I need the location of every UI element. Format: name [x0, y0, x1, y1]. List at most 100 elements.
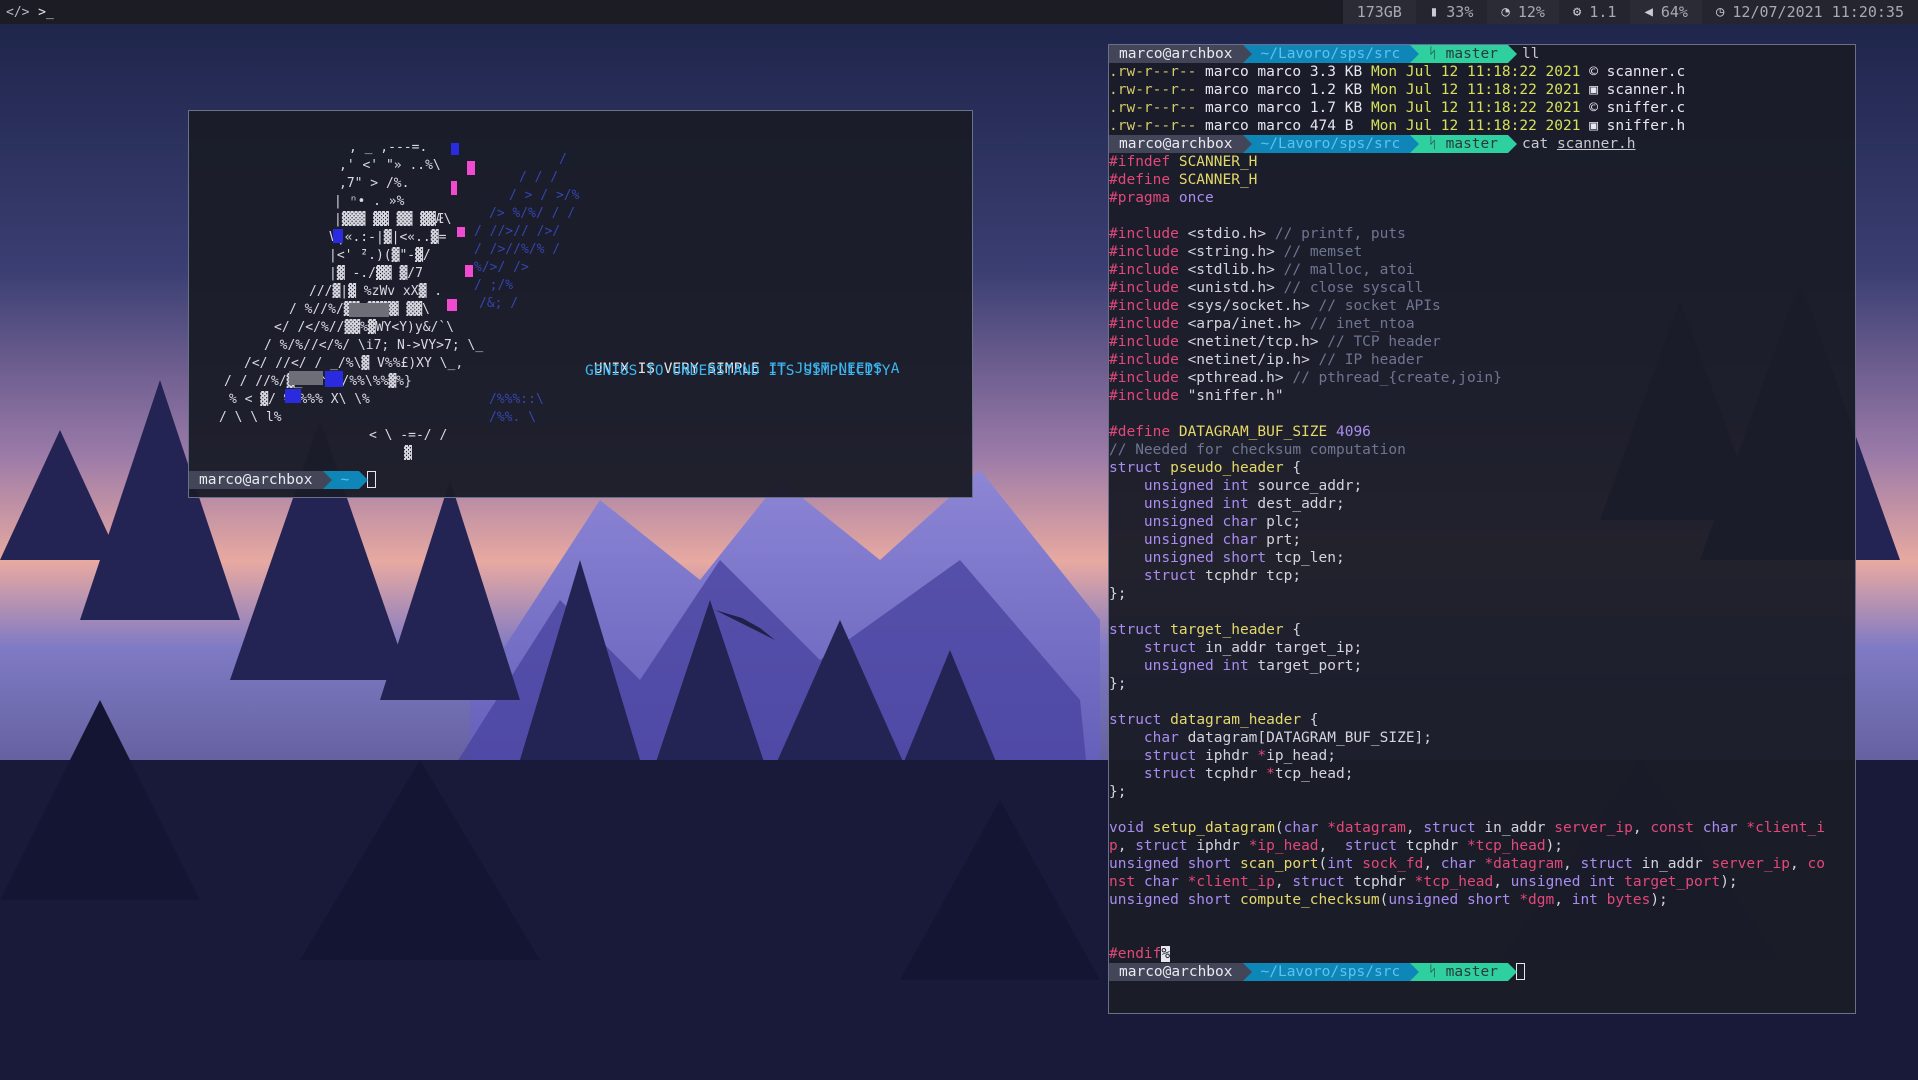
- preproc-include: #include: [1109, 226, 1179, 242]
- terminal-cursor[interactable]: [1516, 963, 1525, 980]
- svg-text:/ \ \ l%: / \ \ l%: [219, 410, 282, 425]
- include-line: #include <stdio.h> // printf, puts: [1109, 225, 1855, 243]
- svg-text:/> %/%/ / /: /> %/%/ / /: [489, 206, 575, 221]
- svg-text:, _ ,---=.: , _ ,---=.: [349, 140, 427, 155]
- svg-text:| ⁿ• . »%: | ⁿ• . »%: [334, 194, 405, 209]
- svg-text:%/>/ />: %/>/ />: [474, 260, 529, 275]
- quote-line-2: GENIUS TO UNDERSTAND ITS SIMPLICITY: [585, 363, 891, 379]
- include-line: #include <netinet/tcp.h> // TCP header: [1109, 333, 1855, 351]
- preproc-include: #include: [1109, 262, 1179, 278]
- file-date: Mon Jul 12 11:18:22 2021: [1370, 100, 1581, 116]
- svg-text:▓: ▓: [404, 445, 412, 461]
- include-header: <arpa/inet.h>: [1187, 316, 1302, 332]
- workspace-code-icon[interactable]: </>: [6, 5, 29, 20]
- include-header: <pthread.h>: [1187, 370, 1284, 386]
- include-header: <stdio.h>: [1187, 226, 1267, 242]
- preproc-include: #include: [1109, 334, 1179, 350]
- cpu-status: ◔ 12%: [1487, 0, 1559, 24]
- prompt-user: marco@archbox: [1109, 963, 1251, 981]
- code-line: p, struct iphdr *ip_head, struct tcphdr …: [1109, 838, 1564, 854]
- code-line: nst char *client_ip, struct tcphdr *tcp_…: [1109, 874, 1738, 890]
- svg-text:</ /</%//▓▓%▓WY<Y)y&/`\: </ /</%//▓▓%▓WY<Y)y&/`\: [274, 319, 454, 335]
- include-comment: // inet_ntoa: [1309, 316, 1415, 332]
- file-size: 1.7 KB: [1309, 100, 1363, 116]
- svg-text:|▓ -./▓▓ ▓/7: |▓ -./▓▓ ▓/7: [329, 265, 423, 281]
- workspace-terminal-icon[interactable]: >_: [36, 5, 56, 20]
- svg-text:|▓▓▓ ▓▓ ▓▓ ▓▓Æ\: |▓▓▓ ▓▓ ▓▓ ▓▓Æ\: [334, 211, 451, 227]
- cpu-gauge-icon: ◔: [1501, 4, 1510, 20]
- include-block: #include <stdio.h> // printf, puts #inclu…: [1109, 225, 1855, 405]
- terminal-cursor[interactable]: [367, 471, 377, 488]
- preproc-include: #include: [1109, 370, 1179, 386]
- svg-text:/%%%::\: /%%%::\: [489, 392, 544, 407]
- file-row: .rw-r--r-- marco marco 1.2 KB Mon Jul 12…: [1109, 81, 1855, 99]
- include-comment: // IP header: [1318, 352, 1424, 368]
- left-shell-prompt: marco@archbox ~: [189, 471, 377, 489]
- prompt-dir: ~/Lavoro/sps/src: [1242, 45, 1419, 63]
- file-name[interactable]: sniffer.h: [1607, 118, 1686, 134]
- volume-status[interactable]: ◀ 64%: [1630, 0, 1702, 24]
- clock-status: ◷ 12/07/2021 11:20:35: [1701, 0, 1918, 24]
- code-line: struct iphdr *ip_head;: [1143, 748, 1336, 764]
- prompt-git-branch: ᛋ master: [1410, 963, 1517, 981]
- file-permissions: .rw-r--r--: [1109, 64, 1197, 80]
- svg-text:,' <' "» ..%\: ,' <' "» ..%\: [339, 158, 441, 173]
- shell-prompt-3: marco@archbox ~/Lavoro/sps/src ᛋ master: [1109, 963, 1855, 981]
- file-name[interactable]: sniffer.c: [1607, 100, 1686, 116]
- code-line: #pragma once: [1109, 189, 1855, 207]
- svg-text:/: /: [559, 152, 567, 167]
- file-type-icon: ©: [1589, 100, 1598, 116]
- command-arg: scanner.h: [1556, 136, 1636, 152]
- code-line: struct target_header {: [1109, 622, 1302, 638]
- code-line: struct tcphdr *tcp_head;: [1143, 766, 1354, 782]
- code-line: unsigned char prt;: [1143, 532, 1302, 548]
- file-name[interactable]: scanner.c: [1607, 64, 1686, 80]
- include-line: #include <netinet/ip.h> // IP header: [1109, 351, 1855, 369]
- prompt-git-branch: ᛋ master: [1410, 45, 1517, 63]
- preproc-define: #define: [1109, 172, 1171, 188]
- file-permissions: .rw-r--r--: [1109, 82, 1197, 98]
- memory-value: 33%: [1446, 3, 1474, 21]
- command-name: cat: [1522, 136, 1549, 152]
- command-text: cat scanner.h: [1508, 135, 1636, 153]
- svg-text:,7" > /%.: ,7" > /%.: [339, 176, 409, 191]
- file-date: Mon Jul 12 11:18:22 2021: [1370, 64, 1581, 80]
- code-line: void setup_datagram(char *datagram, stru…: [1109, 820, 1825, 836]
- disk-value: 173GB: [1356, 3, 1402, 21]
- clock-value: 12/07/2021 11:20:35: [1732, 3, 1904, 21]
- include-header: <sys/socket.h>: [1187, 298, 1310, 314]
- include-comment: // pthread_{create,join}: [1292, 370, 1502, 386]
- include-comment: // TCP header: [1327, 334, 1441, 350]
- terminal-window-left[interactable]: , _ ,---=. ,' <' "» ..%\ ,7" > /%. | ⁿ• …: [188, 110, 973, 498]
- code-line: struct datagram_header {: [1109, 712, 1319, 728]
- file-date: Mon Jul 12 11:18:22 2021: [1370, 82, 1581, 98]
- memory-icon: ▮: [1429, 4, 1439, 20]
- code-line: unsigned short compute_checksum(unsigned…: [1109, 892, 1668, 908]
- prompt-dir: ~/Lavoro/sps/src: [1242, 135, 1419, 153]
- include-comment: // printf, puts: [1274, 226, 1406, 242]
- include-header: <string.h>: [1187, 244, 1275, 260]
- svg-text:/ %/%//</%/ \i7; N->VY>7; \_: / %/%//</%/ \i7; N->VY>7; \_: [264, 338, 483, 353]
- preproc-include: #include: [1109, 352, 1179, 368]
- include-line: #include <sys/socket.h> // socket APIs: [1109, 297, 1855, 315]
- code-line: unsigned short tcp_len;: [1143, 550, 1345, 566]
- code-comment: // Needed for checksum computation: [1109, 442, 1406, 458]
- file-owner: marco marco: [1205, 64, 1302, 80]
- svg-text:/ />//%/% /: / />//%/% /: [474, 242, 560, 257]
- svg-text:/%%. \: /%%. \: [489, 410, 536, 425]
- code-line: #define SCANNER_H: [1109, 171, 1855, 189]
- file-size: 1.2 KB: [1309, 82, 1363, 98]
- workspace-switcher: </> >_: [0, 5, 56, 20]
- prompt-user: marco@archbox: [189, 471, 331, 489]
- include-comment: // socket APIs: [1318, 298, 1441, 314]
- terminal-window-right[interactable]: marco@archbox ~/Lavoro/sps/src ᛋ master …: [1108, 44, 1856, 1014]
- include-line: #include <stdlib.h> // malloc, atoi: [1109, 261, 1855, 279]
- buf-size-macro: DATAGRAM_BUF_SIZE: [1178, 424, 1328, 440]
- file-name[interactable]: scanner.h: [1607, 82, 1686, 98]
- code-line: unsigned char plc;: [1143, 514, 1302, 530]
- preproc-endif: #endif: [1109, 946, 1162, 962]
- code-line: unsigned int source_addr;: [1143, 478, 1363, 494]
